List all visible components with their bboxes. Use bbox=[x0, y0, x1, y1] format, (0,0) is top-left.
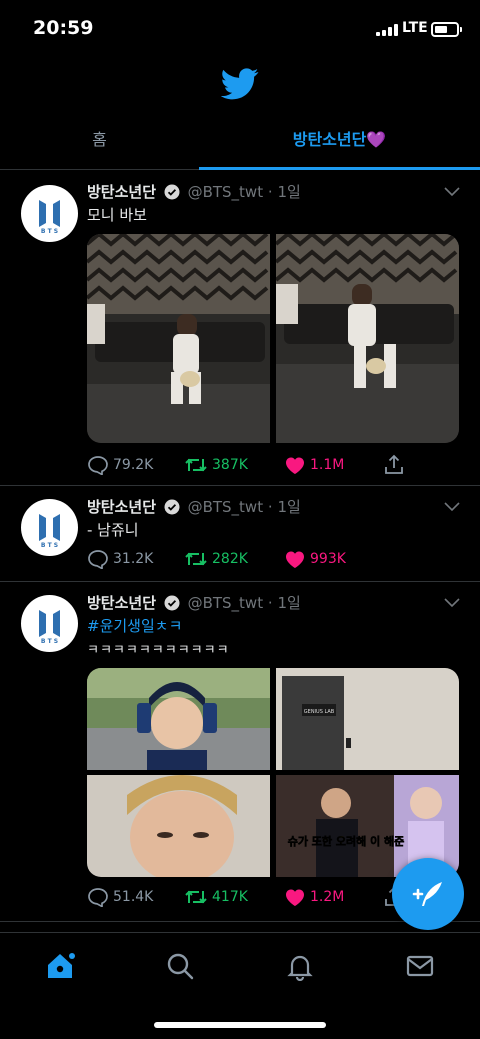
home-icon[interactable] bbox=[45, 951, 75, 981]
tweet-text: 모니 바보 bbox=[87, 206, 147, 224]
tweet[interactable]: B T S 방탄소년단 @BTS_twt · 1일 모니 바보 79.2K 38… bbox=[0, 171, 480, 486]
retweet-icon bbox=[185, 552, 207, 566]
reply-icon bbox=[88, 550, 108, 569]
bell-icon[interactable] bbox=[285, 951, 315, 981]
home-indicator bbox=[154, 1022, 326, 1028]
like-button[interactable]: 1.2M bbox=[284, 885, 344, 909]
svg-text:B T S: B T S bbox=[41, 638, 58, 645]
reply-count: 79.2K bbox=[113, 457, 154, 473]
heart-icon bbox=[286, 457, 304, 474]
tweet-actions: 31.2K 282K 993K bbox=[87, 547, 467, 571]
display-name[interactable]: 방탄소년단 bbox=[87, 498, 156, 516]
verified-badge-icon bbox=[164, 595, 180, 611]
reply-icon bbox=[88, 456, 108, 475]
photo[interactable] bbox=[87, 775, 270, 877]
tweet[interactable]: B T S 방탄소년단 @BTS_twt · 1일 - 남쥬니 31.2K 28… bbox=[0, 486, 480, 582]
status-time: 20:59 bbox=[33, 17, 94, 39]
bts-logo-icon: B T S bbox=[39, 610, 60, 645]
retweet-count: 282K bbox=[212, 551, 248, 567]
tweet-time: 1일 bbox=[277, 183, 301, 201]
retweet-icon bbox=[185, 458, 207, 472]
reply-icon bbox=[88, 888, 108, 907]
like-count: 993K bbox=[310, 551, 346, 567]
heart-icon bbox=[286, 551, 304, 568]
handle: @BTS_twt bbox=[187, 183, 264, 201]
retweet-icon bbox=[185, 890, 207, 904]
twitter-bird-icon bbox=[221, 68, 259, 100]
chevron-down-icon[interactable] bbox=[444, 598, 460, 608]
tab-bts[interactable]: 방탄소년단💜 bbox=[199, 112, 480, 170]
like-button[interactable]: 1.1M bbox=[284, 453, 344, 477]
tweet-text: ㅋㅋㅋㅋㅋㅋㅋㅋㅋㅋㅋ bbox=[87, 643, 230, 658]
avatar[interactable]: B T S bbox=[21, 595, 78, 652]
photo[interactable] bbox=[276, 234, 459, 443]
reply-button[interactable]: 31.2K bbox=[87, 547, 153, 571]
svg-text:B T S: B T S bbox=[41, 542, 58, 549]
hashtag-link[interactable]: #윤기생일ㅊㅋ bbox=[87, 615, 182, 636]
bts-logo-icon: B T S bbox=[39, 200, 60, 235]
tweet-media[interactable]: GENIUS LAB 슈가 또한 오려해 이 해준 bbox=[87, 668, 459, 877]
retweet-button[interactable]: 417K bbox=[184, 885, 248, 909]
signal-icon bbox=[376, 24, 398, 36]
tv-caption-text: 슈가 또한 오려해 이 해준 bbox=[288, 834, 405, 848]
like-button[interactable]: 993K bbox=[284, 547, 346, 571]
reply-count: 31.2K bbox=[113, 551, 154, 567]
chevron-down-icon[interactable] bbox=[444, 187, 460, 197]
handle: @BTS_twt bbox=[187, 594, 264, 612]
battery-icon bbox=[431, 22, 462, 37]
tweet-text: - 남쥬니 bbox=[87, 521, 139, 539]
display-name[interactable]: 방탄소년단 bbox=[87, 594, 156, 612]
active-tab-indicator bbox=[199, 167, 480, 170]
search-icon[interactable] bbox=[165, 951, 195, 981]
verified-badge-icon bbox=[164, 499, 180, 515]
share-icon bbox=[385, 454, 403, 474]
compose-tweet-icon bbox=[412, 882, 442, 906]
compose-tweet-button[interactable] bbox=[392, 858, 464, 930]
tweet-time: 1일 bbox=[277, 498, 301, 516]
handle: @BTS_twt bbox=[187, 498, 264, 516]
like-count: 1.2M bbox=[310, 889, 345, 905]
mail-icon[interactable] bbox=[405, 951, 435, 981]
door-sign-text: GENIUS LAB bbox=[304, 709, 335, 715]
svg-text:B T S: B T S bbox=[41, 228, 58, 235]
tab-home[interactable]: 홈 bbox=[0, 112, 199, 170]
display-name[interactable]: 방탄소년단 bbox=[87, 183, 156, 201]
status-bar: 20:59 LTE bbox=[0, 0, 480, 56]
photo[interactable] bbox=[87, 668, 270, 770]
retweet-count: 417K bbox=[212, 889, 248, 905]
photo[interactable]: GENIUS LAB bbox=[276, 668, 459, 770]
tweet-actions: 79.2K 387K 1.1M bbox=[87, 453, 467, 477]
verified-badge-icon bbox=[164, 184, 180, 200]
reply-button[interactable]: 51.4K bbox=[87, 885, 153, 909]
tweet-time: 1일 bbox=[277, 594, 301, 612]
reply-count: 51.4K bbox=[113, 889, 154, 905]
reply-button[interactable]: 79.2K bbox=[87, 453, 153, 477]
network-label: LTE bbox=[402, 20, 428, 36]
photo[interactable] bbox=[87, 234, 270, 443]
like-count: 1.1M bbox=[310, 457, 345, 473]
bts-logo-icon: B T S bbox=[39, 514, 60, 549]
retweet-button[interactable]: 282K bbox=[184, 547, 248, 571]
tweet-media[interactable] bbox=[87, 234, 459, 443]
tweet-header: 방탄소년단 @BTS_twt · 1일 bbox=[87, 498, 301, 516]
chevron-down-icon[interactable] bbox=[444, 502, 460, 512]
avatar[interactable]: B T S bbox=[21, 185, 78, 242]
heart-icon bbox=[286, 889, 304, 906]
tweet-header: 방탄소년단 @BTS_twt · 1일 bbox=[87, 183, 301, 201]
retweet-button[interactable]: 387K bbox=[184, 453, 248, 477]
avatar[interactable]: B T S bbox=[21, 499, 78, 556]
share-button[interactable] bbox=[383, 453, 409, 477]
tweet-header: 방탄소년단 @BTS_twt · 1일 bbox=[87, 594, 301, 612]
retweet-count: 387K bbox=[212, 457, 248, 473]
timeline-tabs: 홈 방탄소년단💜 bbox=[0, 112, 480, 170]
